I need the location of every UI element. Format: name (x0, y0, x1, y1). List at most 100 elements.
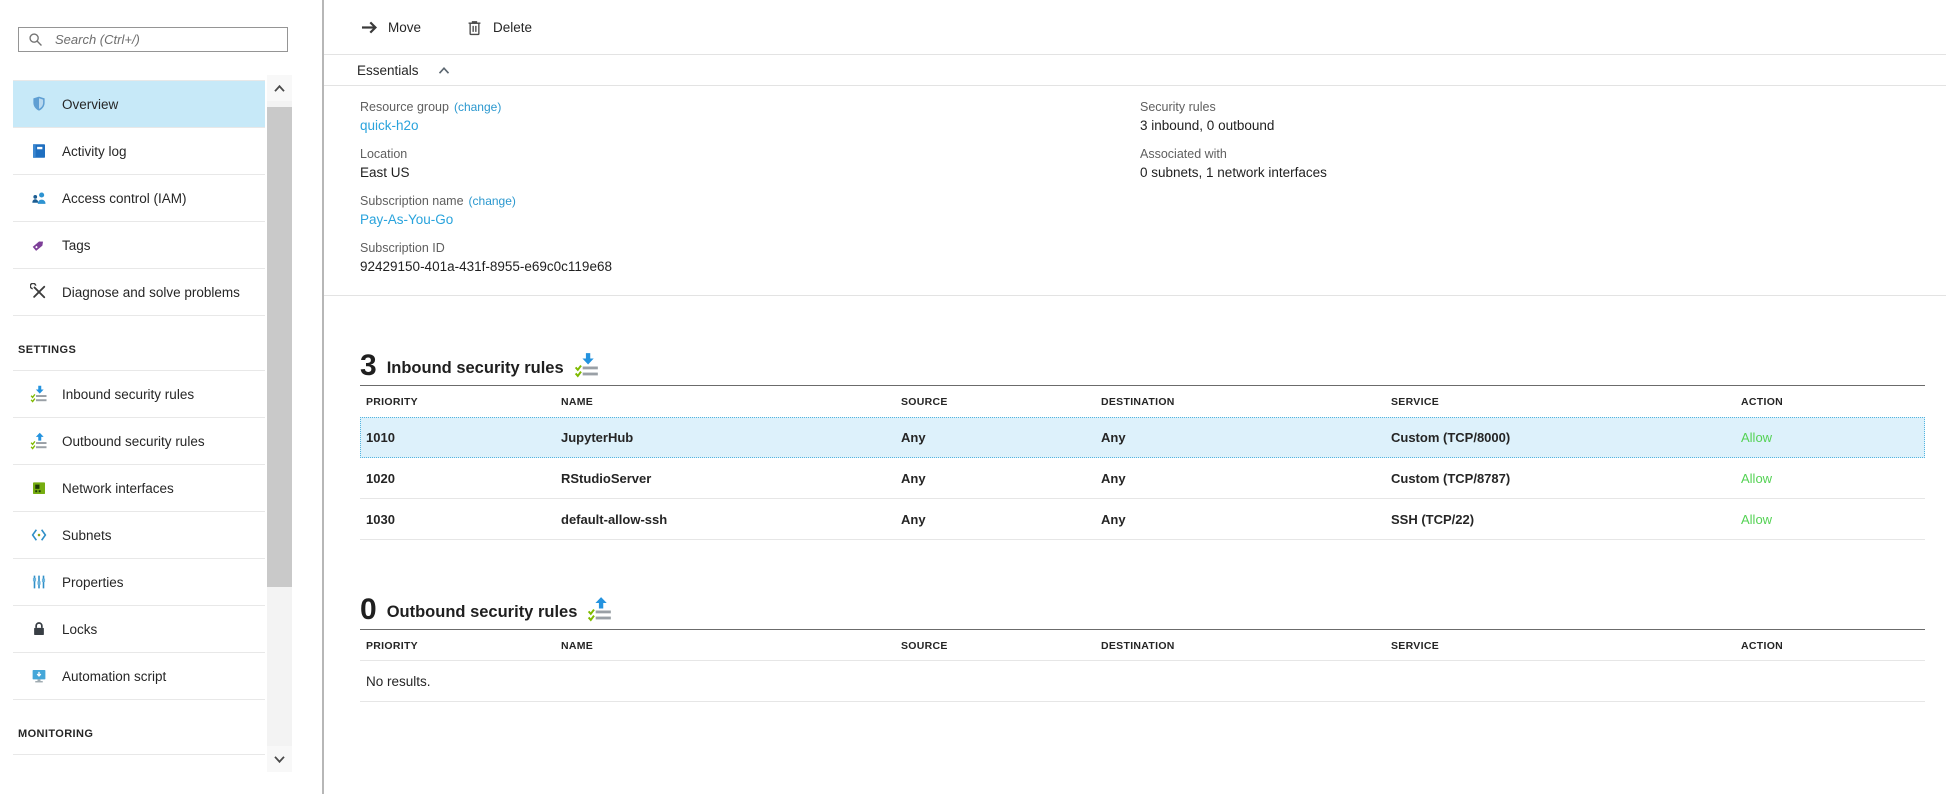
rule-service: SSH (TCP/22) (1385, 512, 1735, 527)
sidebar-item-label: Subnets (62, 528, 112, 543)
sidebar-item-access-control[interactable]: Access control (IAM) (13, 175, 265, 222)
scrollbar-up-icon[interactable] (267, 75, 292, 101)
inbound-rules-icon (30, 385, 48, 403)
scrollbar-thumb[interactable] (267, 107, 292, 587)
rule-name: default-allow-ssh (555, 512, 895, 527)
automation-script-icon (30, 667, 48, 685)
sidebar-item-label: Properties (62, 575, 124, 590)
inbound-table-header: PRIORITY NAME SOURCE DESTINATION SERVICE… (360, 386, 1925, 417)
sidebar-item-properties[interactable]: Properties (13, 559, 265, 606)
table-row-jupyterhub[interactable]: 1010 JupyterHub Any Any Custom (TCP/8000… (360, 417, 1925, 458)
rule-destination: Any (1095, 512, 1385, 527)
inbound-count: 3 (360, 353, 377, 379)
sidebar-item-label: Diagnose and solve problems (62, 285, 240, 300)
outbound-rules-section: 0 Outbound security rules PRIORITY NAME … (360, 596, 1925, 702)
sidebar-section-monitoring: MONITORING (13, 700, 265, 755)
sidebar-item-overview[interactable]: Overview (13, 81, 265, 128)
table-row-default-allow-ssh[interactable]: 1030 default-allow-ssh Any Any SSH (TCP/… (360, 499, 1925, 540)
rule-service: Custom (TCP/8000) (1385, 430, 1735, 445)
rule-name: JupyterHub (555, 430, 895, 445)
sidebar-item-diagnose[interactable]: Diagnose and solve problems (13, 269, 265, 316)
rule-priority: 1030 (360, 512, 555, 527)
column-header: ACTION (1735, 396, 1925, 408)
column-header: SERVICE (1385, 640, 1735, 652)
no-results-message: No results. (360, 661, 1925, 702)
subnets-icon (30, 526, 48, 544)
essentials-field-subscription-id: Subscription ID 92429150-401a-431f-8955-… (360, 239, 1946, 277)
field-label: Resource group (360, 98, 449, 116)
move-arrow-icon (360, 18, 379, 37)
properties-icon (30, 573, 48, 591)
subscription-link[interactable]: Pay-As-You-Go (360, 210, 1946, 230)
main-content: Move Delete Essentials Resource group (c… (324, 0, 1946, 794)
rule-action: Allow (1735, 430, 1925, 445)
sidebar-item-subnets[interactable]: Subnets (13, 512, 265, 559)
move-button-label: Move (388, 20, 421, 35)
sidebar-item-label: Locks (62, 622, 97, 637)
rule-name: RStudioServer (555, 471, 895, 486)
delete-button-label: Delete (493, 20, 532, 35)
rule-source: Any (895, 430, 1095, 445)
change-link[interactable]: (change) (469, 192, 516, 210)
sidebar-item-label: Inbound security rules (62, 387, 194, 402)
essentials-label: Essentials (357, 63, 419, 78)
tools-icon (30, 283, 48, 301)
sidebar-item-label: Activity log (62, 144, 127, 159)
field-label: Subscription ID (360, 239, 445, 257)
table-row-rstudioserver[interactable]: 1020 RStudioServer Any Any Custom (TCP/8… (360, 458, 1925, 499)
outbound-title: Outbound security rules (387, 603, 578, 623)
essentials-toggle[interactable]: Essentials (324, 55, 1946, 86)
sidebar-item-label: Access control (IAM) (62, 191, 187, 206)
move-button[interactable]: Move (360, 18, 421, 37)
delete-button[interactable]: Delete (465, 18, 532, 37)
subscription-id-value: 92429150-401a-431f-8955-e69c0c119e68 (360, 257, 1946, 277)
rule-source: Any (895, 471, 1095, 486)
column-header: DESTINATION (1095, 396, 1385, 408)
field-label: Subscription name (360, 192, 464, 210)
column-header: PRIORITY (360, 396, 555, 408)
essentials-field-subscription-name: Subscription name (change) Pay-As-You-Go (360, 192, 1946, 230)
search-input[interactable] (53, 31, 279, 48)
network-interface-icon (30, 479, 48, 497)
sidebar-section-settings: SETTINGS (13, 316, 265, 371)
rule-destination: Any (1095, 430, 1385, 445)
column-header: SOURCE (895, 640, 1095, 652)
tag-icon (30, 236, 48, 254)
sidebar-scrollbar[interactable] (267, 75, 292, 772)
sidebar-item-locks[interactable]: Locks (13, 606, 265, 653)
essentials-field-security-rules: Security rules 3 inbound, 0 outbound (1140, 98, 1327, 136)
rule-service: Custom (TCP/8787) (1385, 471, 1735, 486)
sidebar-item-label: Tags (62, 238, 91, 253)
outbound-section-heading: 0 Outbound security rules (360, 596, 1925, 630)
sidebar: Overview Activity log Access control (IA… (0, 0, 322, 794)
scrollbar-down-icon[interactable] (267, 746, 292, 772)
field-label: Security rules (1140, 98, 1216, 116)
outbound-table-header: PRIORITY NAME SOURCE DESTINATION SERVICE… (360, 630, 1925, 661)
column-header: SERVICE (1385, 396, 1735, 408)
inbound-rules-icon (574, 352, 600, 378)
sidebar-item-inbound-rules[interactable]: Inbound security rules (13, 371, 265, 418)
sidebar-item-label: Automation script (62, 669, 166, 684)
column-header: DESTINATION (1095, 640, 1385, 652)
rule-priority: 1010 (360, 430, 555, 445)
sidebar-item-automation-script[interactable]: Automation script (13, 653, 265, 700)
sidebar-item-tags[interactable]: Tags (13, 222, 265, 269)
outbound-count: 0 (360, 597, 377, 623)
sidebar-item-activity-log[interactable]: Activity log (13, 128, 265, 175)
inbound-rules-section: 3 Inbound security rules PRIORITY NAME S… (360, 352, 1925, 540)
column-header: NAME (555, 640, 895, 652)
rule-destination: Any (1095, 471, 1385, 486)
sidebar-search-box[interactable] (18, 27, 288, 52)
security-rules-value: 3 inbound, 0 outbound (1140, 116, 1327, 136)
sidebar-item-outbound-rules[interactable]: Outbound security rules (13, 418, 265, 465)
column-header: ACTION (1735, 640, 1925, 652)
outbound-rules-icon (587, 596, 613, 622)
rule-source: Any (895, 512, 1095, 527)
essentials-right-column: Security rules 3 inbound, 0 outbound Ass… (1140, 98, 1327, 192)
change-link[interactable]: (change) (454, 98, 501, 116)
sidebar-item-network-interfaces[interactable]: Network interfaces (13, 465, 265, 512)
associated-with-value: 0 subnets, 1 network interfaces (1140, 163, 1327, 183)
outbound-rules-icon (30, 432, 48, 450)
inbound-section-heading: 3 Inbound security rules (360, 352, 1925, 386)
rule-priority: 1020 (360, 471, 555, 486)
